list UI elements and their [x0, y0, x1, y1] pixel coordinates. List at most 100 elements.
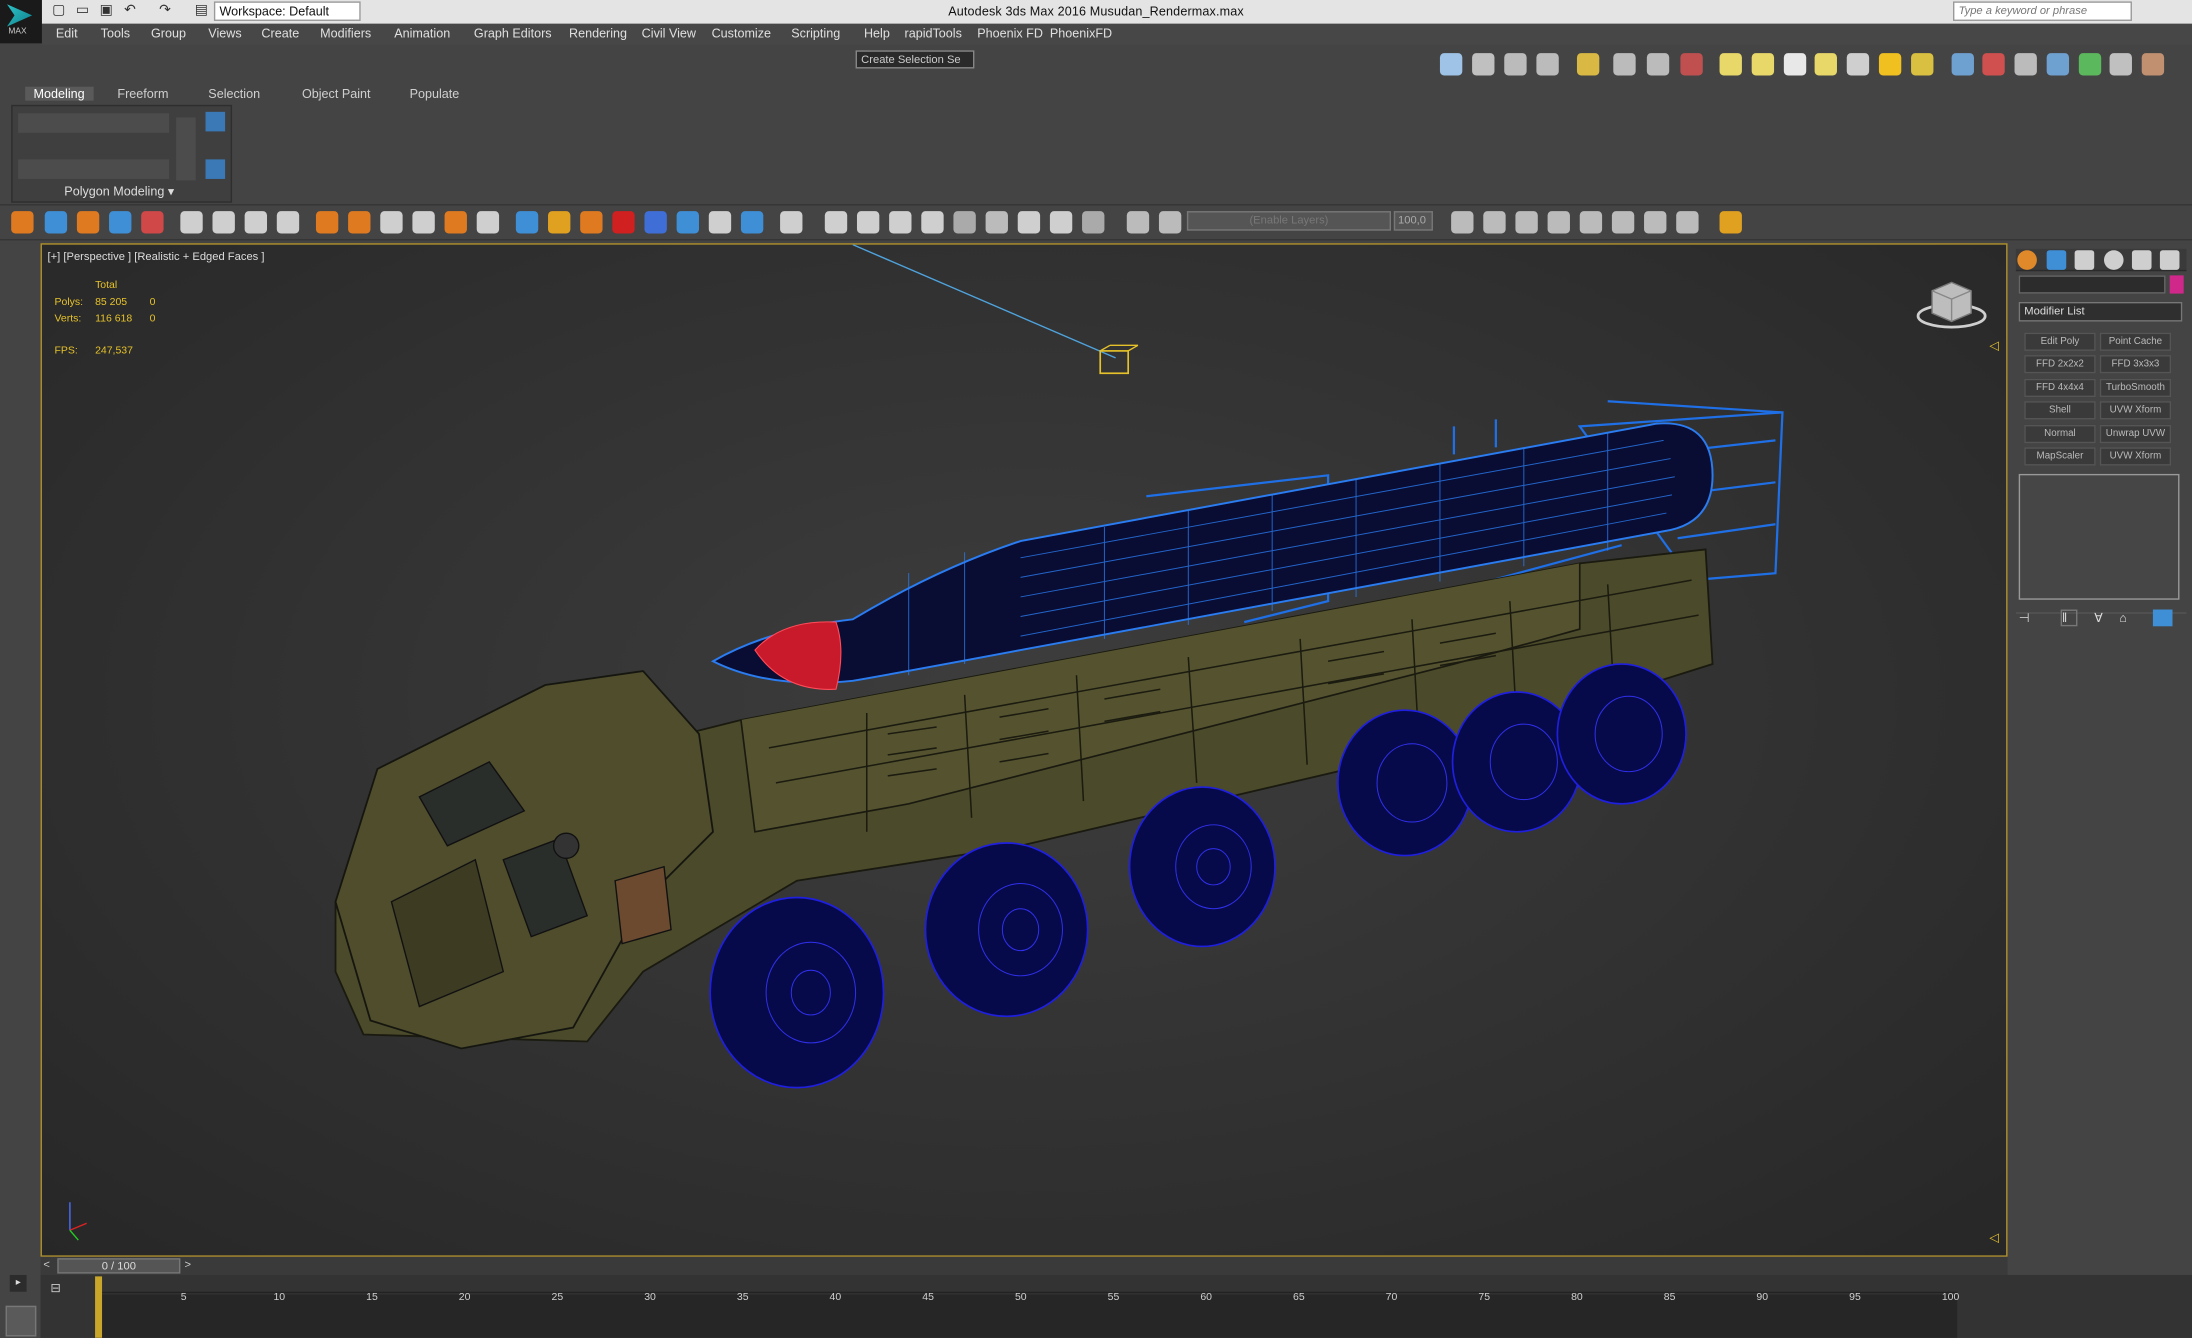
display-tab-icon[interactable] [2131, 250, 2152, 270]
vertex-mode-icon[interactable] [205, 111, 226, 132]
ribbon-panel-label[interactable]: Polygon Modeling ▾ [64, 185, 174, 200]
undo-icon[interactable]: ↶ [122, 3, 139, 20]
project-folder-icon[interactable]: ▤ [193, 3, 210, 20]
sun-light-icon[interactable] [1878, 53, 1902, 76]
material-editor-icon[interactable] [1536, 53, 1559, 76]
ribbon-tab-selection[interactable]: Selection [208, 87, 260, 101]
dynamics-icon[interactable] [1982, 53, 2005, 76]
save-icon[interactable]: ▣ [98, 3, 115, 20]
menu-customize[interactable]: Customize [712, 27, 771, 41]
teapot-primitive-icon[interactable] [1814, 53, 1837, 76]
remove-modifier-icon[interactable]: ⌂ [2119, 611, 2136, 628]
ribbon-tab-modeling[interactable]: Modeling [25, 86, 94, 101]
render-production-icon[interactable] [11, 211, 34, 234]
ribbon-tab-object-paint[interactable]: Object Paint [302, 87, 371, 101]
ocean-mesh-icon[interactable] [708, 211, 732, 234]
sphere-primitive-icon[interactable] [1751, 53, 1775, 76]
menu-edit[interactable]: Edit [56, 27, 78, 41]
wire-icon[interactable] [1082, 211, 1105, 234]
layer-render-icon[interactable] [1644, 211, 1667, 234]
phoenix-burn-icon[interactable] [444, 211, 467, 234]
menu-help[interactable]: Help [864, 27, 890, 41]
layer-new-icon[interactable] [1451, 211, 1474, 234]
splash-icon[interactable] [580, 211, 603, 234]
menu-views[interactable]: Views [208, 27, 241, 41]
layer-select-icon[interactable] [1515, 211, 1538, 234]
layer-current-icon[interactable] [1547, 211, 1570, 234]
modifier-button-uvw-xform[interactable]: UVW Xform [2099, 401, 2172, 420]
torus-primitive-icon[interactable] [1783, 53, 1807, 76]
foam-icon[interactable] [548, 211, 571, 234]
ribbon-tab-freeform[interactable]: Freeform [117, 87, 168, 101]
schematic-icon[interactable] [1646, 53, 1670, 76]
render-setup-2-icon[interactable] [856, 211, 880, 234]
modifier-button-ffd-3x3x3[interactable]: FFD 3x3x3 [2099, 355, 2172, 374]
configure-sets-icon[interactable] [2152, 609, 2173, 627]
modifier-button-ffd-2x2x2[interactable]: FFD 2x2x2 [2024, 355, 2096, 374]
source-icon[interactable] [612, 211, 635, 234]
render-region-icon[interactable] [44, 211, 68, 234]
hdri-icon[interactable] [2109, 53, 2132, 76]
modifier-stack-view[interactable] [2018, 473, 2180, 600]
ribbon-tab-populate[interactable]: Populate [410, 87, 460, 101]
menu-tools[interactable]: Tools [101, 27, 130, 41]
wave-icon[interactable] [676, 211, 699, 234]
fire-source-icon[interactable] [76, 211, 100, 234]
teapot-render-icon[interactable] [1439, 53, 1463, 76]
menu-graph-editors[interactable]: Graph Editors [474, 27, 552, 41]
motion-tab-icon[interactable] [2103, 250, 2124, 270]
layer-freeze-icon[interactable] [1611, 211, 1635, 234]
app-logo-icon[interactable]: MAX [0, 0, 42, 44]
viewcube-icon[interactable] [1915, 277, 1988, 333]
stop-icon[interactable] [244, 211, 268, 234]
liquid-source-icon[interactable] [109, 211, 132, 234]
open-file-icon[interactable]: ▭ [74, 3, 91, 20]
menu-phoenixfd[interactable]: PhoenixFD [1050, 27, 1112, 41]
selection-set-dropdown[interactable]: Create Selection Se [855, 50, 975, 69]
menu-civil-view[interactable]: Civil View [642, 27, 696, 41]
ocean-icon[interactable] [515, 211, 539, 234]
layer-explorer-icon[interactable] [1126, 211, 1150, 234]
create-tab-icon[interactable] [2017, 250, 2037, 270]
modifier-button-shell[interactable]: Shell [2024, 401, 2096, 420]
play-icon[interactable] [180, 211, 203, 234]
box-primitive-icon[interactable] [1719, 53, 1742, 76]
light-lister-icon[interactable] [1576, 53, 1600, 76]
particle-icon[interactable] [1951, 53, 1974, 76]
new-file-icon[interactable]: ▢ [50, 3, 67, 20]
layer-manager-icon[interactable] [1158, 211, 1182, 234]
pin-stack-icon[interactable]: ⊣ [2019, 611, 2036, 628]
render-frame-icon[interactable] [1472, 53, 1495, 76]
menu-modifiers[interactable]: Modifiers [320, 27, 371, 41]
uv-icon[interactable] [985, 211, 1008, 234]
phoenix-force-icon[interactable] [412, 211, 435, 234]
foliage-icon[interactable] [2078, 53, 2102, 76]
modifier-button-uvw-xform[interactable]: UVW Xform [2099, 447, 2172, 466]
merge-icon[interactable] [921, 211, 944, 234]
render-setup-icon[interactable] [1504, 53, 1527, 76]
texture-icon[interactable] [953, 211, 976, 234]
redo-icon[interactable]: ↷ [157, 3, 174, 20]
object-color-swatch[interactable] [2169, 275, 2184, 294]
object-name-field[interactable] [2018, 275, 2166, 294]
perspective-viewport[interactable]: ◁ ◁ [40, 243, 2008, 1257]
phoenix-helper-icon[interactable] [476, 211, 500, 234]
modifier-button-ffd-4x4x4[interactable]: FFD 4x4x4 [2024, 378, 2096, 397]
particle-flow-icon[interactable] [141, 211, 164, 234]
menu-animation[interactable]: Animation [394, 27, 450, 41]
track-view-icon[interactable] [1613, 53, 1636, 76]
menu-group[interactable]: Group [151, 27, 186, 41]
mini-curve-editor-icon[interactable]: ⊟ [50, 1281, 72, 1301]
expand-arrow-icon[interactable]: ▸ [9, 1274, 27, 1292]
utilities-tab-icon[interactable] [2159, 250, 2180, 270]
modifier-list-dropdown[interactable]: Modifier List [2018, 301, 2183, 322]
liquid-icon[interactable] [740, 211, 764, 234]
cone-primitive-icon[interactable] [1846, 53, 1870, 76]
workspace-dropdown[interactable]: Workspace: Default [213, 1, 361, 21]
sky-light-icon[interactable] [1911, 53, 1934, 76]
search-input[interactable]: Type a keyword or phrase [1953, 1, 2132, 21]
modifier-button-unwrap-uvw[interactable]: Unwrap UVW [2099, 424, 2172, 443]
menu-create[interactable]: Create [261, 27, 299, 41]
rig-icon[interactable] [2014, 53, 2037, 76]
phoenix-icon[interactable] [2046, 53, 2070, 76]
